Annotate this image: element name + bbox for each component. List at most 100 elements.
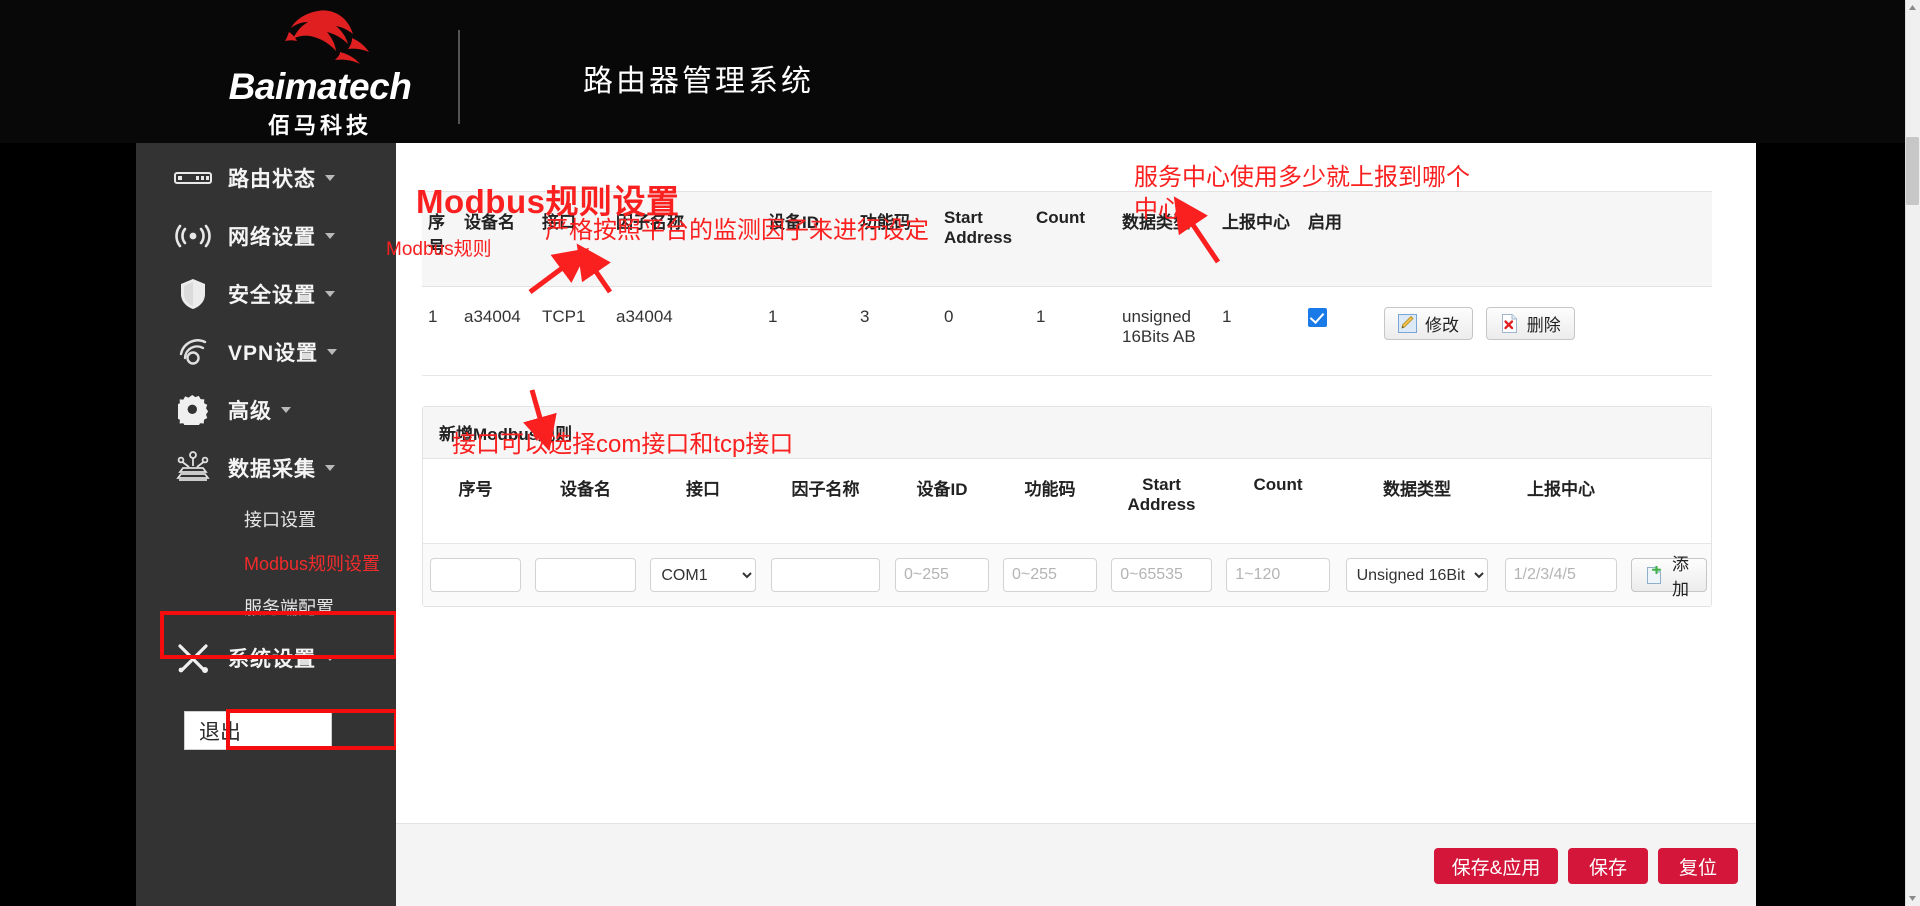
- sidebar-item-modbus-rule-settings[interactable]: Modbus规则设置: [136, 541, 396, 585]
- cell-report-center: 1: [1216, 286, 1302, 376]
- sidebar-item-label: 安全设置: [228, 284, 316, 307]
- sidebar-item-vpn-settings[interactable]: VPN设置: [136, 323, 396, 381]
- chevron-down-icon: [325, 655, 335, 661]
- cell-actions: 修改 删除: [1378, 286, 1712, 376]
- sidebar-item-label: 高级: [228, 400, 272, 423]
- chevron-down-icon: [325, 465, 335, 471]
- form-col-index: 序号: [423, 459, 528, 544]
- delete-x-icon: [1500, 314, 1519, 333]
- form-col-actions: [1625, 459, 1711, 544]
- sidebar-item-interface-settings[interactable]: 接口设置: [136, 497, 396, 541]
- index-input[interactable]: [429, 558, 522, 592]
- sidebar-item-system-settings[interactable]: 系统设置: [136, 629, 396, 687]
- cell-start-address: 0: [938, 286, 1030, 376]
- factor-name-input[interactable]: [770, 558, 881, 592]
- horse-logo-icon: [256, 8, 384, 66]
- wifi-arc-icon: [172, 335, 214, 369]
- cell-factor-name: a34004: [610, 286, 762, 376]
- interface-select[interactable]: COM1: [650, 558, 756, 592]
- annotation-modbus-rule: Modbus规则: [386, 239, 492, 260]
- col-start-address: Start Address: [938, 191, 1030, 287]
- add-modbus-rule-form: 序号 设备名 接口 因子名称 设备ID 功能码 Start Address Co…: [423, 459, 1711, 606]
- cell-index: 1: [422, 286, 458, 376]
- form-col-start-address: Start Address: [1104, 459, 1219, 544]
- form-col-factor-name: 因子名称: [763, 459, 888, 544]
- add-rule-label: 添加: [1672, 555, 1689, 599]
- start-address-input[interactable]: [1111, 558, 1212, 592]
- scroll-down-arrow-icon[interactable]: [1906, 891, 1919, 905]
- app-root: Baimatech 佰马科技 路由器管理系统 路由状态 网络设置 安全设置 VP…: [0, 0, 1920, 906]
- cell-device-name: a34004: [458, 286, 536, 376]
- scroll-up-arrow-icon[interactable]: [1906, 1, 1919, 15]
- brand-name: Baimatech: [228, 66, 412, 107]
- annotation-service-center-line2: 中心: [1134, 196, 1182, 223]
- gear-icon: [172, 393, 214, 427]
- device-name-input[interactable]: [535, 558, 636, 592]
- data-collect-icon: [172, 451, 214, 485]
- sidebar-item-data-acquisition[interactable]: 数据采集: [136, 439, 396, 497]
- form-col-data-type: 数据类型: [1337, 459, 1497, 544]
- form-col-device-name: 设备名: [528, 459, 643, 544]
- sidebar-subitem-label: Modbus规则设置: [244, 554, 381, 574]
- shield-icon: [172, 277, 214, 311]
- sidebar-item-network-settings[interactable]: 网络设置: [136, 207, 396, 265]
- col-report-center: 上报中心: [1216, 191, 1302, 287]
- footer-action-bar: 保存&应用 保存 复位: [396, 823, 1756, 906]
- annotation-strict-note: 严格按照平台的监测因子来进行设定: [545, 217, 929, 244]
- cell-data-type: unsigned 16Bits AB: [1116, 286, 1216, 376]
- header-divider: [458, 30, 460, 124]
- sidebar-subitem-label: 服务端配置: [244, 598, 334, 618]
- sidebar: 路由状态 网络设置 安全设置 VPN设置 高级 数据采集 接口设置 Modbus…: [136, 143, 398, 906]
- scrollbar-thumb[interactable]: [1906, 137, 1919, 205]
- data-type-select[interactable]: Unsigned 16Bits: [1345, 558, 1489, 592]
- col-actions: [1378, 191, 1712, 287]
- sidebar-item-server-config[interactable]: 服务端配置: [136, 585, 396, 629]
- save-and-apply-button[interactable]: 保存&应用: [1434, 848, 1558, 884]
- add-rule-button[interactable]: 添加: [1631, 555, 1707, 599]
- cell-function-code: 3: [854, 286, 938, 376]
- chevron-down-icon: [325, 233, 335, 239]
- form-header-row: 序号 设备名 接口 因子名称 设备ID 功能码 Start Address Co…: [423, 459, 1711, 544]
- edit-rule-label: 修改: [1425, 316, 1459, 335]
- page-title: 路由器管理系统: [583, 65, 814, 98]
- function-code-input[interactable]: [1003, 558, 1097, 592]
- form-col-count: Count: [1219, 459, 1337, 544]
- device-id-input[interactable]: [895, 558, 989, 592]
- sidebar-item-label: VPN设置: [228, 342, 319, 365]
- reset-button[interactable]: 复位: [1658, 848, 1738, 884]
- sidebar-item-label: 网络设置: [228, 226, 316, 249]
- router-icon: [172, 161, 214, 195]
- sidebar-subitem-label: 接口设置: [244, 510, 316, 530]
- col-count: Count: [1030, 191, 1116, 287]
- sidebar-item-label: 路由状态: [228, 168, 316, 191]
- content-inner: 序号 设备名 接口 因子名称 设备ID 功能码 Start Address Co…: [396, 143, 1756, 823]
- edit-rule-button[interactable]: 修改: [1384, 307, 1473, 340]
- content-area: 序号 设备名 接口 因子名称 设备ID 功能码 Start Address Co…: [396, 143, 1756, 906]
- report-center-input[interactable]: [1504, 558, 1618, 592]
- enable-checkbox[interactable]: [1308, 308, 1327, 328]
- page-header: Baimatech 佰马科技 路由器管理系统: [0, 0, 1905, 143]
- count-input[interactable]: [1226, 558, 1330, 592]
- tools-icon: [172, 641, 214, 675]
- delete-rule-button[interactable]: 删除: [1485, 307, 1575, 340]
- form-col-function-code: 功能码: [996, 459, 1104, 544]
- chevron-down-icon: [325, 175, 335, 181]
- form-col-interface: 接口: [643, 459, 763, 544]
- network-signal-icon: [172, 219, 214, 253]
- sidebar-item-advanced[interactable]: 高级: [136, 381, 396, 439]
- brand-logo: Baimatech 佰马科技: [220, 4, 420, 138]
- logout-button[interactable]: 退出: [184, 711, 332, 750]
- page-scrollbar[interactable]: [1905, 0, 1920, 906]
- save-button[interactable]: 保存: [1568, 848, 1648, 884]
- add-document-icon: [1645, 564, 1664, 585]
- brand-name-cn: 佰马科技: [267, 113, 372, 138]
- chevron-down-icon: [327, 349, 338, 355]
- sidebar-item-label: 系统设置: [228, 648, 316, 671]
- col-enabled: 启用: [1302, 191, 1378, 287]
- cell-enabled: [1302, 286, 1378, 376]
- cell-count: 1: [1030, 286, 1116, 376]
- sidebar-item-security-settings[interactable]: 安全设置: [136, 265, 396, 323]
- annotation-service-center-line1: 服务中心使用多少就上报到哪个: [1134, 164, 1470, 191]
- table-row: 1 a34004 TCP1 a34004 1 3 0 1 unsigned 16…: [422, 286, 1712, 376]
- sidebar-item-router-status[interactable]: 路由状态: [136, 149, 396, 207]
